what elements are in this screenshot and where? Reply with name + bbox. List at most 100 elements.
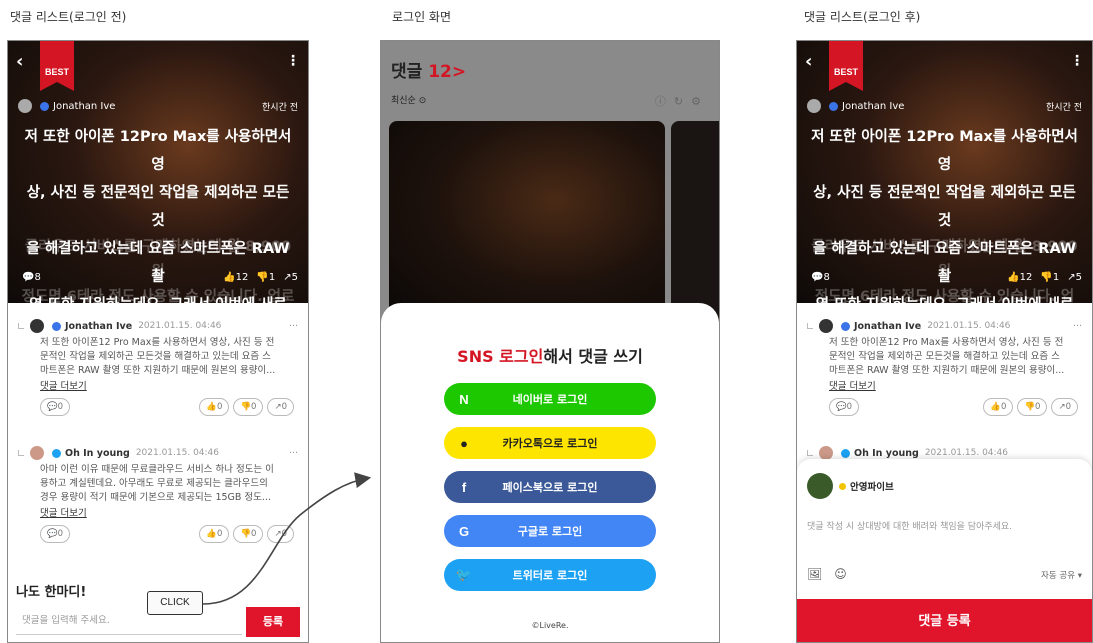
comment-item: Oh In young 2021.01.15. 04:46 ··· 아마 이런 …: [18, 446, 298, 543]
comment-author[interactable]: Jonathan Ive: [854, 321, 921, 332]
avatar[interactable]: [30, 446, 44, 460]
avatar[interactable]: [30, 319, 44, 333]
naver-login-button[interactable]: N 네이버로 로그인: [444, 383, 656, 415]
comment-more-icon[interactable]: ···: [1073, 321, 1082, 332]
avatar: [18, 99, 32, 113]
best-badge: BEST: [40, 41, 74, 91]
comment-count[interactable]: 💬8: [811, 272, 830, 283]
auto-share-dropdown[interactable]: 자동 공유 ▾: [1041, 569, 1082, 581]
comment-input[interactable]: 댓글을 입력해 주세요.: [16, 607, 242, 635]
facebook-icon: [841, 321, 850, 331]
share-button[interactable]: ↗ 0: [267, 525, 294, 543]
comment-date: 2021.01.15. 04:46: [138, 321, 222, 331]
comment-author[interactable]: Oh In young: [854, 448, 919, 459]
comment-count[interactable]: 💬8: [22, 272, 41, 283]
more-menu-icon[interactable]: ⋮: [286, 53, 300, 69]
comment-date: 2021.01.15. 04:46: [927, 321, 1011, 331]
post-time: 한시간 전: [262, 102, 298, 113]
facebook-icon: [40, 101, 49, 111]
facebook-icon: [52, 321, 61, 331]
share-button[interactable]: ↗5: [1067, 272, 1082, 283]
like-button[interactable]: 👍12: [1007, 272, 1032, 283]
see-more-link[interactable]: 댓글 더보기: [40, 505, 298, 519]
input-heading: 나도 한마디!: [16, 585, 87, 600]
see-more-link[interactable]: 댓글 더보기: [40, 378, 298, 392]
reply-button[interactable]: 💬 0: [829, 398, 860, 416]
phone-after-login: ‹ BEST ⋮ Jonathan Ive 한시간 전 저 또한 아이폰 12P…: [796, 40, 1093, 643]
facebook-icon: [829, 101, 838, 111]
comment-body: 저 또한 아이폰12 Pro Max를 사용하면서 영상, 사진 등 전 문적인 …: [829, 337, 1065, 376]
comment-author[interactable]: Oh In young: [65, 448, 130, 459]
comment-actions: 💬 0 👍 0 👎 0 ↗ 0: [40, 398, 298, 416]
sort-dropdown[interactable]: 최신순 ⊙: [391, 93, 426, 106]
twitter-login-button[interactable]: 🐦 트위터로 로그인: [444, 559, 656, 591]
comment-write-panel: 안영파이브 댓글 작성 시 상대방에 대한 배려와 책임을 담아주세요. 🖼 ☺…: [797, 459, 1092, 642]
click-label: CLICK: [147, 591, 203, 615]
see-more-link[interactable]: 댓글 더보기: [829, 378, 1082, 392]
caption-login-screen: 로그인 화면: [392, 10, 452, 24]
brand-label: ©LiveRe.: [531, 621, 569, 630]
phone-before-login: ‹ BEST ⋮ Jonathan Ive 한시간 전 저 또한 아이폰 12P…: [7, 40, 309, 643]
hero-stats: 💬8 👍12 👎1 ↗5: [22, 269, 298, 285]
login-sheet: SNS 로그인해서 댓글 쓰기 N 네이버로 로그인 ● 카카오톡으로 로그인 f페…: [381, 303, 719, 642]
share-button[interactable]: ↗ 0: [1051, 398, 1078, 416]
kakao-icon: [839, 482, 846, 490]
login-heading: SNS 로그인해서 댓글 쓰기: [457, 347, 643, 366]
reply-button[interactable]: 💬 0: [40, 525, 71, 543]
like-button[interactable]: 👍 0: [199, 525, 230, 543]
attach-toolbar: 🖼 ☺: [807, 567, 847, 581]
share-button[interactable]: ↗5: [283, 272, 298, 283]
dislike-button[interactable]: 👎1: [1040, 272, 1059, 283]
avatar[interactable]: [819, 446, 833, 460]
facebook-login-button[interactable]: f 페이스북으로 로그인: [444, 471, 656, 503]
post-time: 한시간 전: [1046, 102, 1082, 113]
best-badge: BEST: [829, 41, 863, 91]
more-menu-icon[interactable]: ⋮: [1070, 53, 1084, 69]
like-button[interactable]: 👍 0: [983, 398, 1014, 416]
twitter-icon: 🐦: [455, 567, 473, 582]
reply-indent-icon: [807, 323, 813, 329]
emoji-icon[interactable]: ☺: [834, 567, 847, 581]
reply-indent-icon: [18, 450, 24, 456]
dislike-button[interactable]: 👎 0: [1017, 398, 1048, 416]
google-login-button[interactable]: G 구글로 로그인: [444, 515, 656, 547]
avatar: [807, 99, 821, 113]
submit-button[interactable]: 등록: [246, 607, 300, 637]
dislike-button[interactable]: 👎 0: [233, 398, 264, 416]
image-icon[interactable]: 🖼: [807, 567, 822, 581]
dislike-button[interactable]: 👎 0: [233, 525, 264, 543]
back-icon[interactable]: ‹: [16, 51, 23, 72]
avatar[interactable]: [819, 319, 833, 333]
caption-before-login: 댓글 리스트(로그인 전): [10, 10, 127, 24]
kakao-login-button[interactable]: ● 카카오톡으로 로그인: [444, 427, 656, 459]
reply-indent-icon: [807, 450, 813, 456]
hero-stats: 💬8 👍12 👎1 ↗5: [811, 269, 1082, 285]
best-comment-hero: ‹ BEST ⋮ Jonathan Ive 한시간 전 저 또한 아이폰 12P…: [8, 41, 308, 330]
back-icon[interactable]: ‹: [805, 51, 812, 72]
comment-textarea[interactable]: 댓글 작성 시 상대방에 대한 배려와 책임을 담아주세요.: [807, 519, 1012, 532]
comment-more-icon[interactable]: ···: [289, 321, 298, 332]
hero-author-row: Jonathan Ive 한시간 전: [18, 98, 298, 114]
current-user: 안영파이브: [807, 473, 894, 499]
author-name[interactable]: Jonathan Ive: [53, 101, 115, 112]
phone-login: 댓글 12> 최신순 ⊙ ⓘ↻⚙ SNS 로그인해서 댓글 쓰기 N 네이버로 로…: [380, 40, 720, 643]
author-name[interactable]: Jonathan Ive: [842, 101, 904, 112]
toolbar-icons[interactable]: ⓘ↻⚙: [655, 93, 709, 109]
hero-line: 상, 사진 등 전문적인 작업을 제외하곤 모든 것: [26, 185, 290, 229]
like-button[interactable]: 👍12: [223, 272, 248, 283]
share-button[interactable]: ↗ 0: [267, 398, 294, 416]
hero-author-row: Jonathan Ive 한시간 전: [807, 98, 1082, 114]
best-comment-card: [389, 121, 665, 321]
comment-item: Jonathan Ive 2021.01.15. 04:46 ··· 저 또한 …: [807, 319, 1082, 416]
submit-comment-button[interactable]: 댓글 등록: [797, 599, 1092, 642]
hero-line: 상, 사진 등 전문적인 작업을 제외하곤 모든 것: [813, 185, 1076, 229]
like-button[interactable]: 👍 0: [199, 398, 230, 416]
comments-header: 댓글 12>: [391, 62, 467, 82]
dislike-button[interactable]: 👎1: [256, 272, 275, 283]
avatar: [807, 473, 833, 499]
comment-author[interactable]: Jonathan Ive: [65, 321, 132, 332]
user-name: 안영파이브: [850, 482, 894, 493]
reply-button[interactable]: 💬 0: [40, 398, 71, 416]
hero-line: 저 또한 아이폰 12Pro Max를 사용하면서 영: [811, 129, 1078, 173]
comment-more-icon[interactable]: ···: [289, 448, 298, 459]
